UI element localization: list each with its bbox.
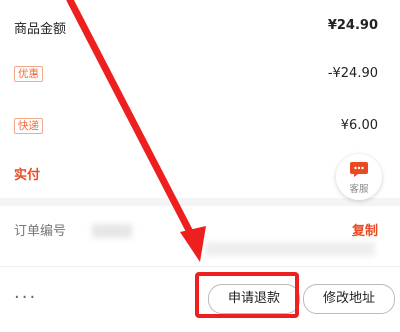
order-number-redacted <box>92 224 132 238</box>
shipping-row: 快递 ¥6.00 <box>0 118 400 140</box>
shipping-badge: 快递 <box>14 118 43 134</box>
discount-row: 优惠 -¥24.90 <box>0 66 400 88</box>
redacted-area <box>205 242 375 256</box>
discount-badge: 优惠 <box>14 66 43 82</box>
section-divider <box>0 198 400 206</box>
discount-value: -¥24.90 <box>327 66 378 81</box>
chat-bubble-icon <box>350 162 368 177</box>
modify-address-button[interactable]: 修改地址 <box>303 284 395 314</box>
order-number-row: 订单编号 复制 <box>0 220 400 242</box>
goods-amount-value: ¥24.90 <box>327 18 378 33</box>
actual-paid-label: 实付 <box>14 168 41 183</box>
refund-highlight-box <box>195 272 299 318</box>
order-detail-page: 商品金额 ¥24.90 优惠 -¥24.90 快递 ¥6.00 实付 订单编号 … <box>0 0 400 332</box>
copy-button[interactable]: 复制 <box>352 220 378 239</box>
shipping-value: ¥6.00 <box>340 118 378 133</box>
order-number-label: 订单编号 <box>14 224 67 239</box>
goods-amount-label: 商品金额 <box>14 22 67 37</box>
customer-service-label: 客服 <box>349 184 369 195</box>
customer-service-button[interactable]: 客服 <box>336 154 382 200</box>
more-icon[interactable]: ··· <box>14 287 37 308</box>
goods-amount-row: 商品金额 ¥24.90 <box>0 18 400 40</box>
